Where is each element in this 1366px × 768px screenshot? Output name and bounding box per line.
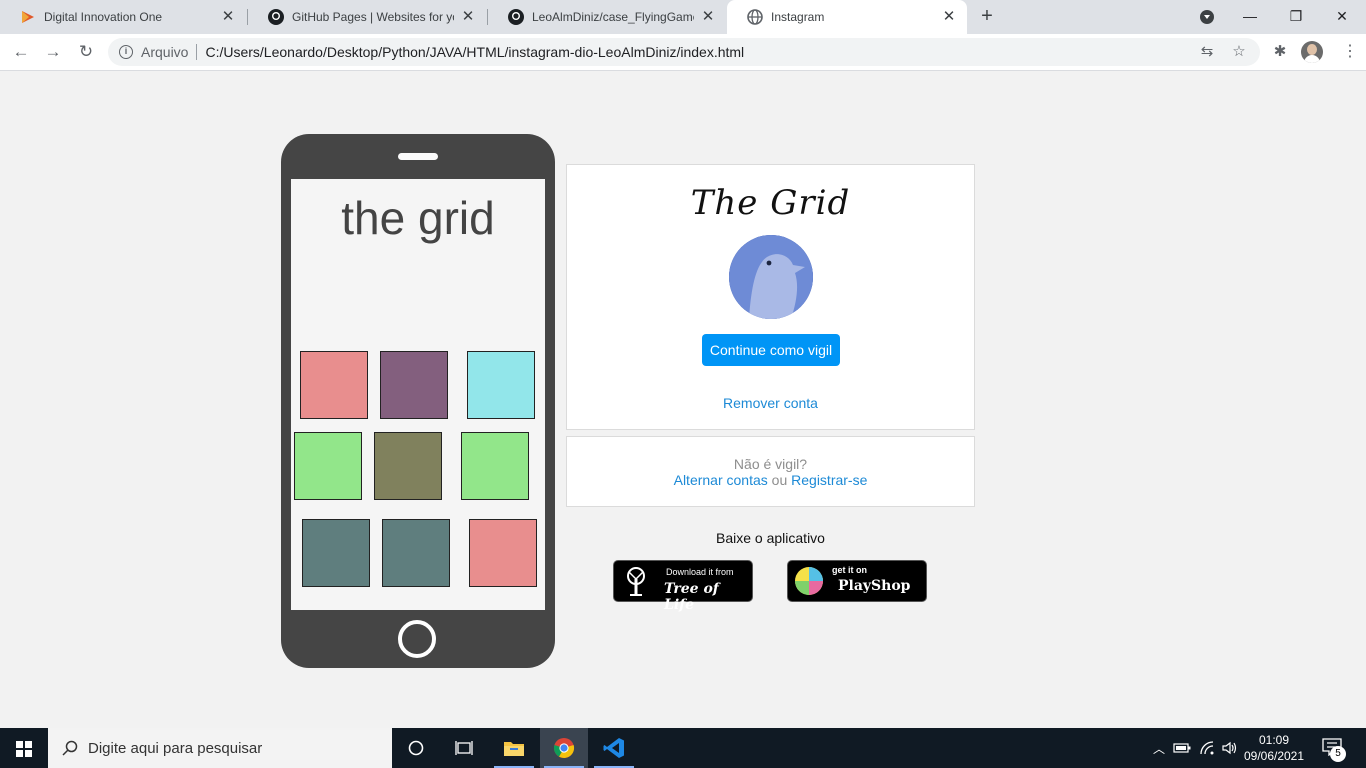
extensions-puzzle-icon[interactable]: ✱ [1270, 42, 1290, 62]
reload-icon[interactable]: ↻ [74, 40, 98, 64]
translate-icon[interactable]: ⇆ [1198, 43, 1216, 61]
switch-accounts-link[interactable]: Alternar contas [674, 472, 768, 488]
tab-title: Digital Innovation One [44, 10, 163, 24]
grid-square [380, 351, 448, 419]
register-link[interactable]: Registrar-se [791, 472, 867, 488]
profile-avatar[interactable] [1301, 41, 1323, 63]
tab-title: Instagram [771, 10, 825, 24]
grid-square [469, 519, 537, 587]
remove-account-link[interactable]: Remover conta [567, 395, 974, 411]
start-button[interactable] [0, 728, 48, 768]
phone-speaker [398, 153, 438, 160]
badge-big-text: PlayShop [838, 578, 911, 594]
address-divider [196, 44, 198, 60]
continue-as-user-button[interactable]: Continue como vigil [702, 334, 840, 366]
dio-logo-icon [20, 9, 36, 25]
tree-icon [627, 567, 645, 596]
playshop-pie-icon [795, 567, 823, 595]
browser-toolbar: ← → ↻ i Arquivo C:/Users/Leonardo/Deskto… [0, 34, 1366, 71]
grid-square [374, 432, 442, 500]
info-icon[interactable]: i [119, 45, 133, 59]
tab-case-flyinggame[interactable]: LeoAlmDiniz/case_FlyingGame: C ✕ [488, 0, 726, 34]
close-icon[interactable]: ✕ [700, 9, 716, 25]
restore-button[interactable]: ❐ [1273, 0, 1319, 34]
tab-title: GitHub Pages | Websites for you [292, 10, 454, 24]
grid-square [467, 351, 535, 419]
close-icon[interactable]: ✕ [220, 9, 236, 25]
windows-taskbar: Digite aqui para pesquisar ︿ 01:09 09/06… [0, 728, 1366, 768]
grid-square [294, 432, 362, 500]
grid-square [300, 351, 368, 419]
tab-search-icon[interactable] [1200, 10, 1214, 24]
tab-title: LeoAlmDiniz/case_FlyingGame: C [532, 10, 694, 24]
tab-digital-innovation-one[interactable]: Digital Innovation One ✕ [0, 0, 246, 34]
new-tab-button[interactable]: + [976, 5, 998, 27]
tab-github-pages[interactable]: GitHub Pages | Websites for you ✕ [248, 0, 486, 34]
switch-account-card: Não é vigil? Alternar contas ou Registra… [566, 436, 975, 507]
tree-of-life-store-badge[interactable]: Download it from Tree of Life [613, 560, 753, 613]
file-explorer-icon[interactable] [490, 728, 538, 768]
wifi-icon[interactable] [1198, 728, 1218, 768]
system-clock[interactable]: 01:09 09/06/2021 [1236, 732, 1312, 764]
github-icon [508, 9, 524, 25]
tab-instagram[interactable]: Instagram ✕ [727, 0, 967, 34]
search-icon [62, 740, 78, 756]
profile-picture [729, 235, 813, 319]
bookmark-star-icon[interactable]: ☆ [1230, 43, 1248, 61]
show-hidden-icons-chevron-icon[interactable]: ︿ [1150, 728, 1168, 768]
vscode-icon[interactable] [590, 728, 638, 768]
back-arrow-icon[interactable]: ← [9, 40, 33, 64]
logo-title: The Grid [690, 183, 851, 223]
chrome-taskbar-icon[interactable] [540, 728, 588, 768]
grid-square [461, 432, 529, 500]
address-scheme-label: Arquivo [141, 44, 189, 60]
badge-big-text: Tree of Life [664, 581, 719, 613]
close-icon[interactable]: ✕ [460, 9, 476, 25]
browser-tabstrip: Digital Innovation One ✕ GitHub Pages | … [0, 0, 1366, 34]
windows-logo-icon [16, 741, 32, 757]
cortana-circle-icon[interactable] [392, 728, 440, 768]
page-content: the grid The Grid Continue como vigil Re… [0, 72, 1366, 728]
battery-icon[interactable] [1172, 728, 1192, 768]
phone-mockup: the grid [281, 134, 555, 668]
notification-count-badge: 5 [1330, 746, 1346, 762]
github-icon [268, 9, 284, 25]
clock-time: 01:09 [1258, 733, 1290, 747]
phone-screen: the grid [291, 179, 545, 610]
phone-home-button [398, 620, 436, 658]
task-view-icon[interactable] [440, 728, 488, 768]
address-bar[interactable]: i Arquivo C:/Users/Leonardo/Desktop/Pyth… [108, 38, 1260, 66]
grid-square [382, 519, 450, 587]
forward-arrow-icon[interactable]: → [41, 40, 65, 64]
get-app-label: Baixe o aplicativo [716, 530, 825, 546]
globe-icon [747, 9, 763, 25]
address-url[interactable]: C:/Users/Leonardo/Desktop/Python/JAVA/HT… [205, 44, 744, 60]
window-close-button[interactable]: ✕ [1319, 0, 1365, 34]
clock-date: 09/06/2021 [1243, 749, 1305, 763]
badge-small-text: get it on [832, 565, 867, 575]
not-user-question: Não é vigil? [733, 456, 808, 472]
phone-screen-title: the grid [341, 192, 495, 244]
badge-small-text: Download it from [666, 567, 734, 577]
login-card: The Grid Continue como vigil Remover con… [566, 164, 975, 430]
grid-square [302, 519, 370, 587]
playshop-store-badge[interactable]: get it on PlayShop [787, 560, 927, 602]
switch-links: Alternar contas ou Registrar-se [567, 472, 974, 488]
minimize-button[interactable]: — [1227, 0, 1273, 34]
search-placeholder: Digite aqui para pesquisar [88, 739, 263, 757]
close-icon[interactable]: ✕ [941, 9, 957, 25]
taskbar-search-box[interactable]: Digite aqui para pesquisar [48, 728, 392, 768]
menu-kebab-icon[interactable]: ⋮ [1342, 40, 1358, 64]
or-label: ou [771, 472, 788, 488]
